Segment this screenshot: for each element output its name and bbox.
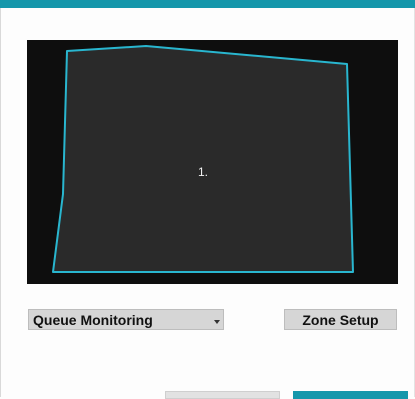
top-accent-bar bbox=[0, 0, 415, 8]
zone-overlay: 1. bbox=[52, 45, 354, 273]
monitoring-mode-select[interactable]: Queue Monitoring bbox=[28, 309, 224, 330]
zone-polygon[interactable] bbox=[52, 45, 354, 273]
camera-preview[interactable]: 1. bbox=[27, 40, 398, 284]
bottom-primary-button[interactable] bbox=[293, 391, 408, 399]
window-left-border bbox=[0, 8, 1, 397]
chevron-down-icon bbox=[214, 320, 220, 324]
zone-setup-button[interactable]: Zone Setup bbox=[284, 309, 397, 330]
monitoring-mode-value: Queue Monitoring bbox=[33, 311, 153, 328]
bottom-secondary-button[interactable] bbox=[165, 391, 280, 399]
zone-number-label: 1. bbox=[198, 165, 208, 179]
